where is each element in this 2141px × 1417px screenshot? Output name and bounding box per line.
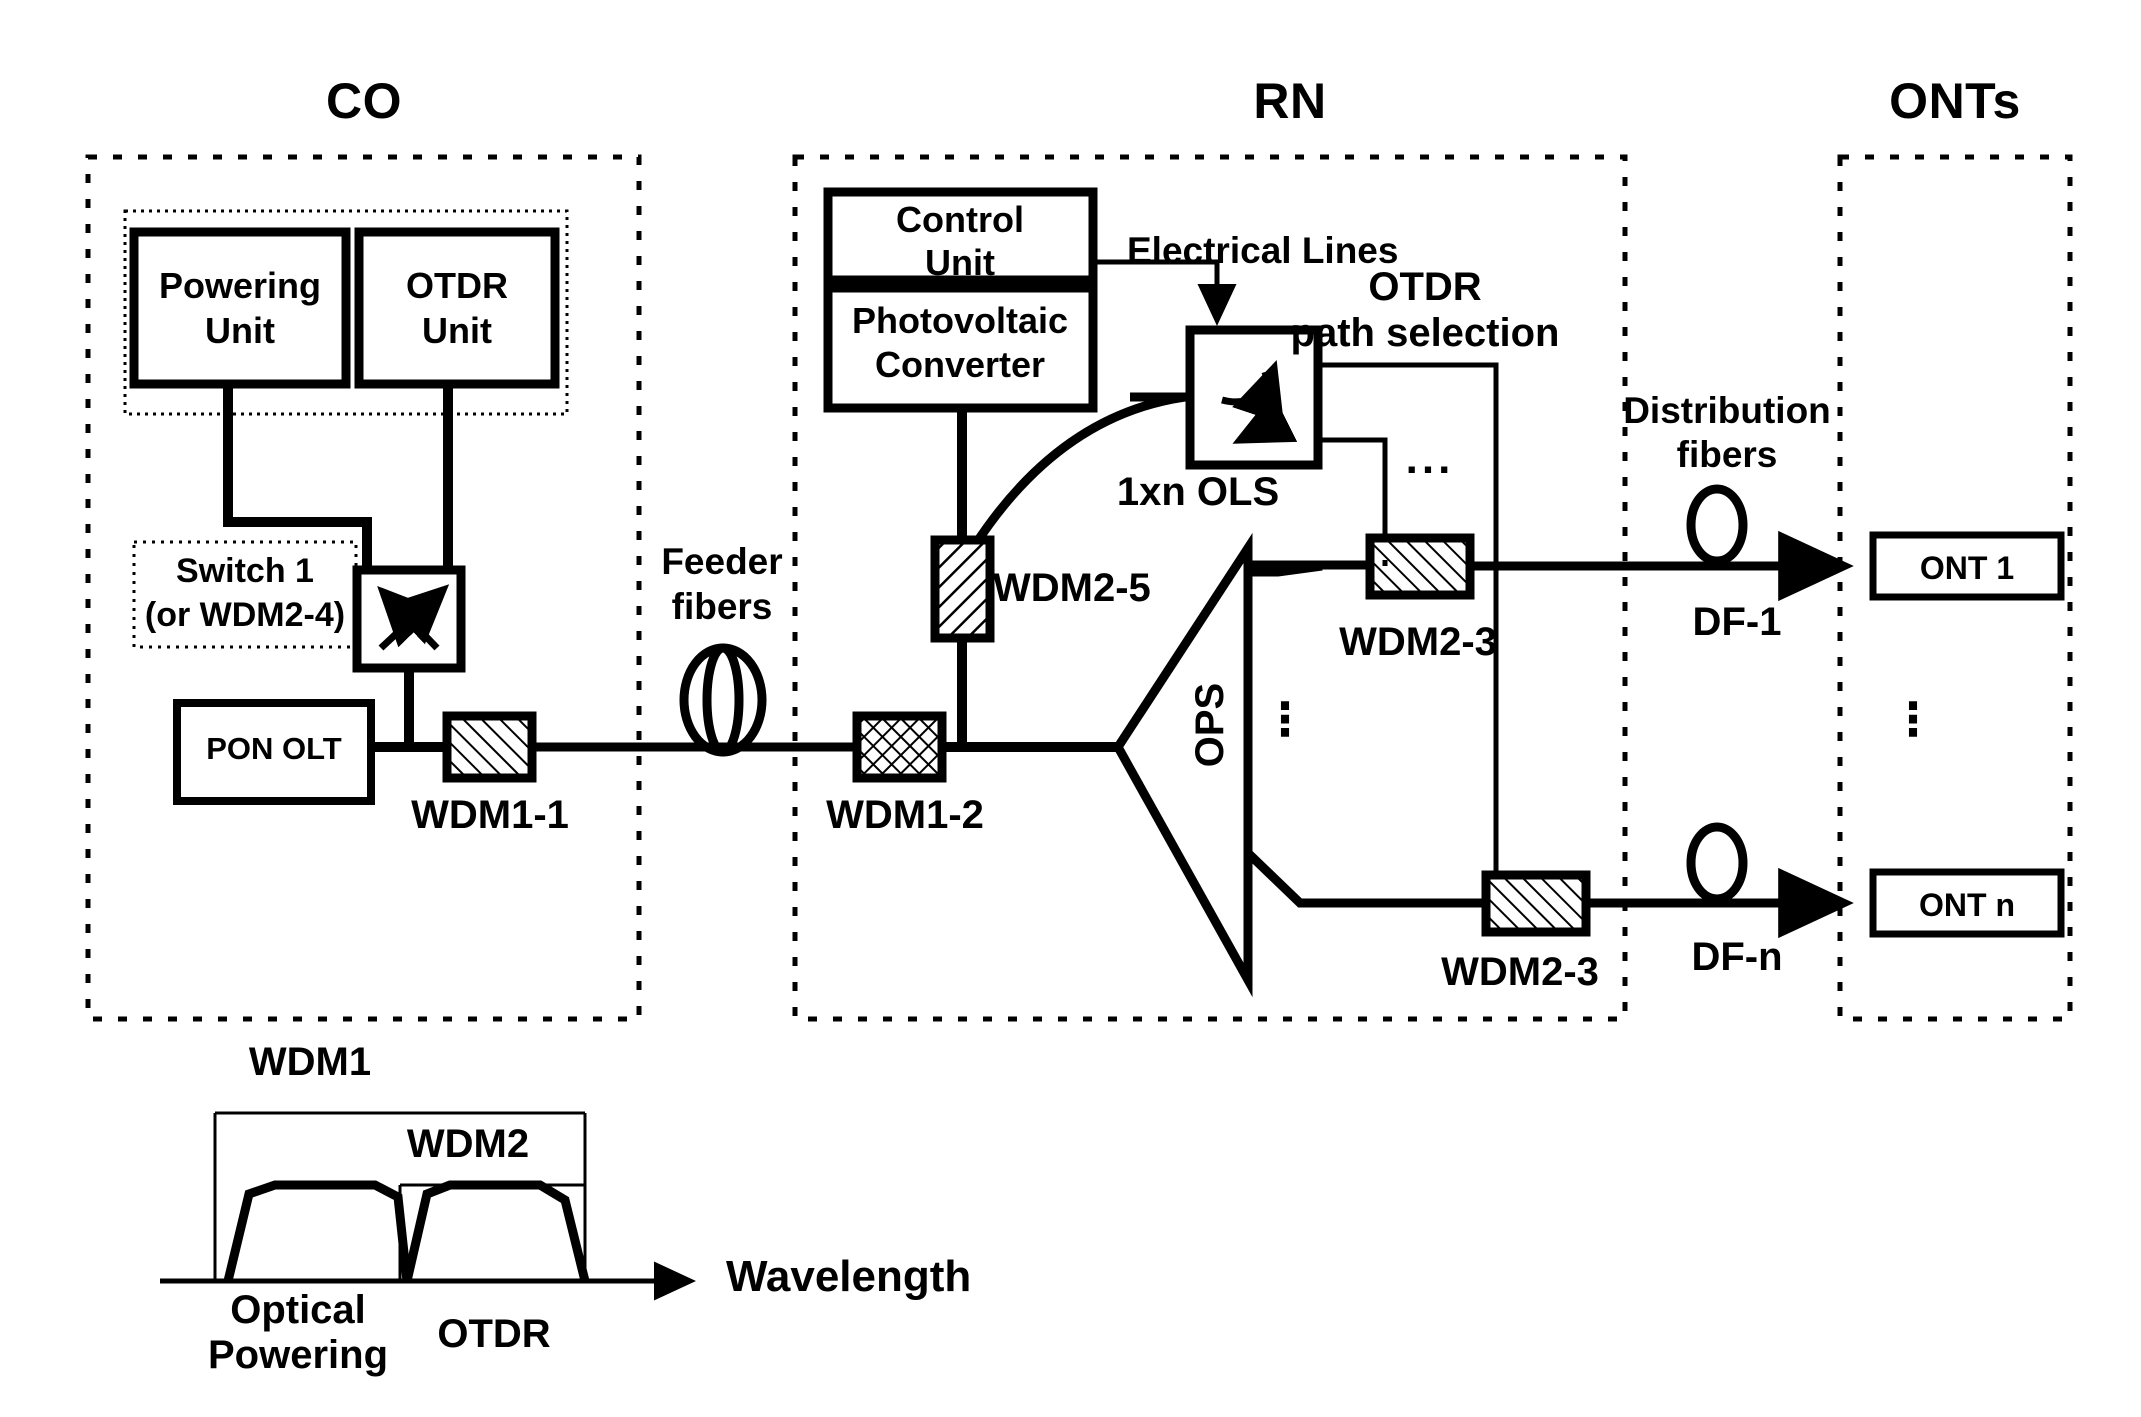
otdr-band-label: OTDR bbox=[437, 1312, 551, 1356]
ont-n-label: ONT n bbox=[1919, 887, 2015, 923]
powering-unit-label-line2: Unit bbox=[205, 310, 275, 351]
ops-branch-top-run bbox=[1248, 560, 1375, 570]
section-title-co: CO bbox=[326, 73, 402, 129]
wdm2-3-bottom-box bbox=[1481, 870, 1591, 937]
switch1-label-line2: (or WDM2-4) bbox=[144, 596, 346, 634]
diagram-svg bbox=[85, 154, 2073, 1301]
ops-branch-bottom bbox=[1244, 849, 1486, 908]
ops-label: OPS bbox=[1188, 682, 1232, 768]
wdm1-2-label: WDM1-2 bbox=[826, 793, 984, 837]
wdm2-3-top-box bbox=[1365, 533, 1475, 600]
feeder-fibers-label-line2: fibers bbox=[671, 586, 773, 627]
optical-powering-label-line2: Powering bbox=[207, 1333, 389, 1377]
feeder-fiber-coil-icon bbox=[679, 643, 767, 757]
ont-1-label: ONT 1 bbox=[1919, 550, 2015, 586]
ellipsis-vertical-onts: ⋮ bbox=[1890, 693, 1936, 745]
otdr-path-selection-label-line1: OTDR bbox=[1368, 265, 1482, 309]
wdm1-2-box bbox=[852, 711, 947, 783]
photovoltaic-converter-label-line2: Converter bbox=[874, 344, 1046, 385]
ellipsis-horizontal-ols: ... bbox=[1405, 434, 1455, 483]
figure-canvas: CO RN ONTs Powering Unit OTDR Unit Switc… bbox=[0, 0, 2141, 1417]
df-n-coil-icon bbox=[1686, 822, 1748, 904]
otdr-path-selection-label-line2: path selection bbox=[1290, 311, 1560, 355]
powering-unit-label-line1: Powering bbox=[158, 265, 322, 306]
otdr-unit-label-line2: Unit bbox=[422, 310, 492, 351]
otdr-unit-label-line1: OTDR bbox=[406, 265, 508, 306]
otdr-band-curve bbox=[402, 1180, 590, 1283]
ols-label: 1xn OLS bbox=[1116, 470, 1280, 514]
section-title-onts: ONTs bbox=[1889, 73, 2021, 129]
pon-olt-label: PON OLT bbox=[206, 731, 342, 766]
df-1-coil-icon bbox=[1686, 484, 1748, 566]
wdm1-band-label: WDM1 bbox=[248, 1040, 372, 1084]
wdm2-5-label: WDM2-5 bbox=[993, 566, 1151, 610]
wdm2-band-label: WDM2 bbox=[406, 1122, 530, 1166]
df-n-label: DF-n bbox=[1691, 935, 1783, 979]
wdm1-1-label: WDM1-1 bbox=[411, 793, 569, 837]
control-unit-label-line1: Control bbox=[896, 199, 1024, 240]
df-1-label: DF-1 bbox=[1692, 600, 1782, 644]
wdm1-1-box bbox=[442, 711, 537, 783]
otdr-unit-box bbox=[354, 227, 560, 389]
wdm2-5-box bbox=[930, 535, 995, 643]
feeder-fibers-label-line1: Feeder bbox=[661, 541, 783, 582]
optical-powering-band-curve bbox=[223, 1180, 412, 1283]
section-title-rn: RN bbox=[1253, 73, 1327, 129]
control-unit-label-line2: Unit bbox=[925, 242, 995, 283]
powering-unit-box bbox=[129, 227, 351, 389]
distribution-fibers-label-line1: Distribution bbox=[1623, 390, 1831, 431]
switch1-label-line1: Switch 1 bbox=[176, 552, 314, 590]
wdm2-3-bottom-label: WDM2-3 bbox=[1441, 950, 1599, 994]
ellipsis-vertical-ops: ⋮ bbox=[1262, 693, 1308, 745]
wdm2-3-top-label: WDM2-3 bbox=[1339, 620, 1497, 664]
photovoltaic-converter-label-line1: Photovoltaic bbox=[851, 300, 1069, 341]
optical-powering-label-line1: Optical bbox=[230, 1288, 366, 1332]
wavelength-axis-label: Wavelength bbox=[726, 1252, 972, 1301]
distribution-fibers-label-line2: fibers bbox=[1676, 434, 1778, 475]
electrical-lines-label: Electrical Lines bbox=[1127, 230, 1399, 271]
